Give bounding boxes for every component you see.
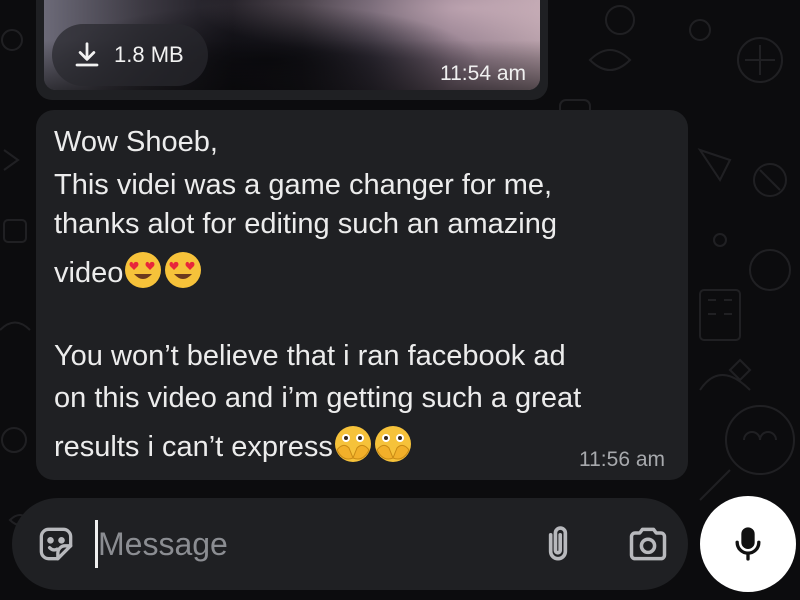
heart-eyes-emoji-icon [125, 252, 162, 288]
paperclip-icon[interactable] [536, 522, 580, 566]
message-text: video [54, 257, 124, 289]
chat-screen: 1.8 MB 11:54 am Wow Shoeb, This videi wa… [0, 0, 800, 600]
voice-record-button[interactable] [700, 496, 796, 592]
hand-over-mouth-emoji-icon [334, 426, 371, 462]
sticker-icon[interactable] [34, 522, 78, 566]
download-icon [75, 42, 99, 67]
download-button[interactable]: 1.8 MB [52, 24, 208, 86]
message-input[interactable] [98, 516, 518, 572]
message-line: Wow Shoeb, [54, 126, 218, 158]
microphone-icon [735, 527, 761, 561]
hand-over-mouth-emoji-icon [374, 426, 411, 462]
media-timestamp: 11:54 am [440, 62, 526, 85]
message-line: on this video and i’m getting such a gre… [54, 382, 582, 414]
message-line: This videi was a game changer for me, [54, 169, 553, 201]
message-line: thanks alot for editing such an amazing [54, 208, 557, 240]
message-line-with-emoji: video [54, 250, 203, 291]
camera-icon[interactable] [626, 522, 670, 566]
message-line: You won’t believe that i ran facebook ad [54, 340, 566, 372]
file-size-label: 1.8 MB [114, 42, 184, 67]
message-line-with-emoji: results i can’t express [54, 424, 413, 465]
message-composer [12, 498, 688, 590]
message-text: results i can’t express [54, 431, 333, 463]
heart-eyes-emoji-icon [165, 252, 202, 288]
text-message-bubble[interactable]: Wow Shoeb, This videi was a game changer… [36, 110, 688, 480]
message-timestamp: 11:56 am [579, 448, 665, 471]
